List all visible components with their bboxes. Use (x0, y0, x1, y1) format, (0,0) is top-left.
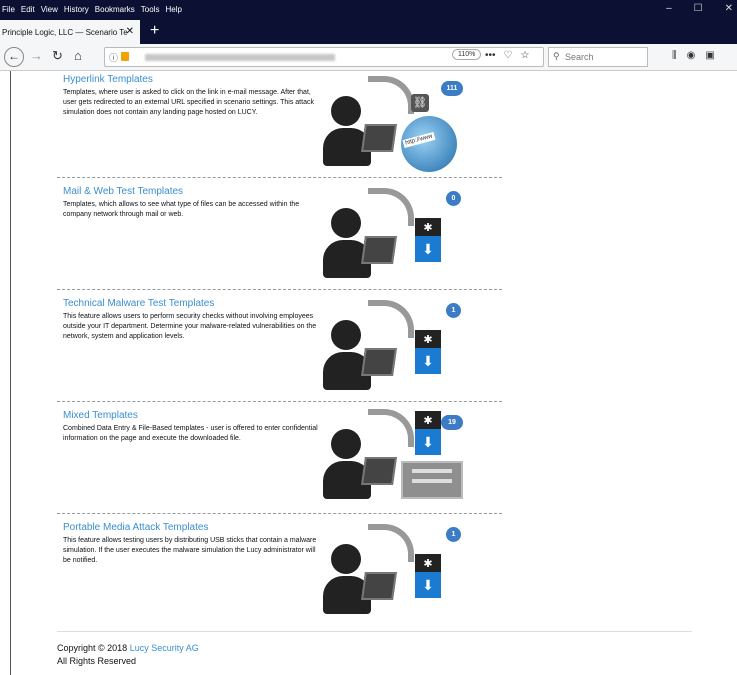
close-window-button[interactable]: ✕ (725, 3, 733, 14)
laptop-icon (361, 236, 397, 264)
tab-bar: Principle Logic, LLC — Scenario Te ✕ + (0, 20, 737, 44)
arrow-icon (368, 300, 414, 338)
menu-tools[interactable]: Tools (141, 5, 160, 14)
laptop-icon (361, 348, 397, 376)
section-description: This feature allows testing users by dis… (63, 537, 317, 564)
template-count-badge: 1 (446, 303, 461, 318)
search-icon: ⚲ (553, 51, 560, 61)
download-malware-icon: ✱ ⬇ (415, 554, 441, 599)
section-description: Templates, where user is asked to click … (63, 89, 314, 116)
download-malware-icon: ✱ ⬇ (415, 330, 441, 375)
laptop-icon (361, 124, 397, 152)
globe-icon: http://www (401, 116, 457, 172)
tab-active[interactable]: Principle Logic, LLC — Scenario Te ✕ (0, 20, 140, 44)
download-malware-icon: ✱ ⬇ (415, 411, 441, 456)
divider (57, 513, 502, 514)
company-link[interactable]: Lucy Security AG (130, 643, 199, 653)
search-field[interactable]: ⚲ Search (548, 47, 648, 67)
login-form-icon (401, 461, 463, 499)
menu-file[interactable]: File (2, 5, 15, 14)
tab-title: Principle Logic, LLC — Scenario Te (2, 27, 128, 37)
arrow-icon (368, 409, 414, 447)
portable-media-illustration[interactable]: ✱ ⬇ (323, 524, 463, 624)
bookmark-star-icon[interactable]: ☆ (520, 50, 529, 61)
menu-bookmarks[interactable]: Bookmarks (95, 5, 135, 14)
reload-icon[interactable]: ↻ (52, 48, 63, 64)
pocket-icon[interactable]: ♡ (504, 50, 513, 61)
page-actions-icon[interactable]: ••• (485, 50, 496, 61)
link-icon: ⛓ (411, 94, 429, 112)
template-count-badge: 111 (441, 81, 463, 96)
arrow-icon (368, 188, 414, 226)
menu-edit[interactable]: Edit (21, 5, 35, 14)
sidebar-icon[interactable]: ▣ (705, 50, 714, 61)
home-icon[interactable]: ⌂ (74, 48, 82, 63)
library-icon[interactable]: ⫼ (672, 50, 677, 61)
lock-icon[interactable] (121, 52, 129, 61)
mail-web-illustration[interactable]: ✱ ⬇ (323, 188, 463, 288)
url-text-blurred (145, 54, 335, 61)
nav-bar: ← → ↻ ⌂ ⓘ 110% ••• ♡ ☆ ⚲ Search ⫼ ◉ ▣ (0, 44, 737, 71)
footer-divider (57, 631, 692, 632)
arrow-icon (368, 76, 414, 114)
menu-help[interactable]: Help (165, 5, 181, 14)
tab-close-icon[interactable]: ✕ (126, 26, 134, 37)
section-description: This feature allows users to perform sec… (63, 313, 317, 340)
template-count-badge: 1 (446, 527, 461, 542)
menu-view[interactable]: View (41, 5, 58, 14)
info-icon[interactable]: ⓘ (109, 51, 118, 64)
rights-text: All Rights Reserved (57, 656, 137, 666)
divider (57, 289, 502, 290)
laptop-icon (361, 572, 397, 600)
zoom-level[interactable]: 110% (452, 49, 482, 60)
download-malware-icon: ✱ ⬇ (415, 218, 441, 263)
page-content: Hyperlink Templates Templates, where use… (10, 71, 737, 675)
laptop-icon (361, 457, 397, 485)
divider (57, 177, 502, 178)
menu-history[interactable]: History (64, 5, 89, 14)
forward-arrow-icon[interactable]: → (30, 48, 43, 63)
menu-bar: File Edit View History Bookmarks Tools H… (0, 0, 737, 20)
divider (57, 401, 502, 402)
search-placeholder: Search (565, 52, 594, 62)
technical-malware-illustration[interactable]: ✱ ⬇ (323, 300, 463, 400)
section-description: Combined Data Entry & File-Based templat… (63, 425, 318, 442)
arrow-icon (368, 524, 414, 562)
maximize-button[interactable]: ☐ (694, 3, 703, 14)
back-arrow-icon[interactable]: ← (4, 47, 24, 67)
copyright-text: Copyright © 2018 (57, 643, 130, 653)
footer-copyright: Copyright © 2018 Lucy Security AG All Ri… (57, 642, 199, 668)
template-count-badge: 19 (441, 415, 463, 430)
template-count-badge: 0 (446, 191, 461, 206)
minimize-button[interactable]: – (666, 3, 672, 14)
section-description: Templates, which allows to see what type… (63, 201, 300, 218)
account-icon[interactable]: ◉ (687, 50, 696, 61)
new-tab-button[interactable]: + (150, 22, 159, 40)
